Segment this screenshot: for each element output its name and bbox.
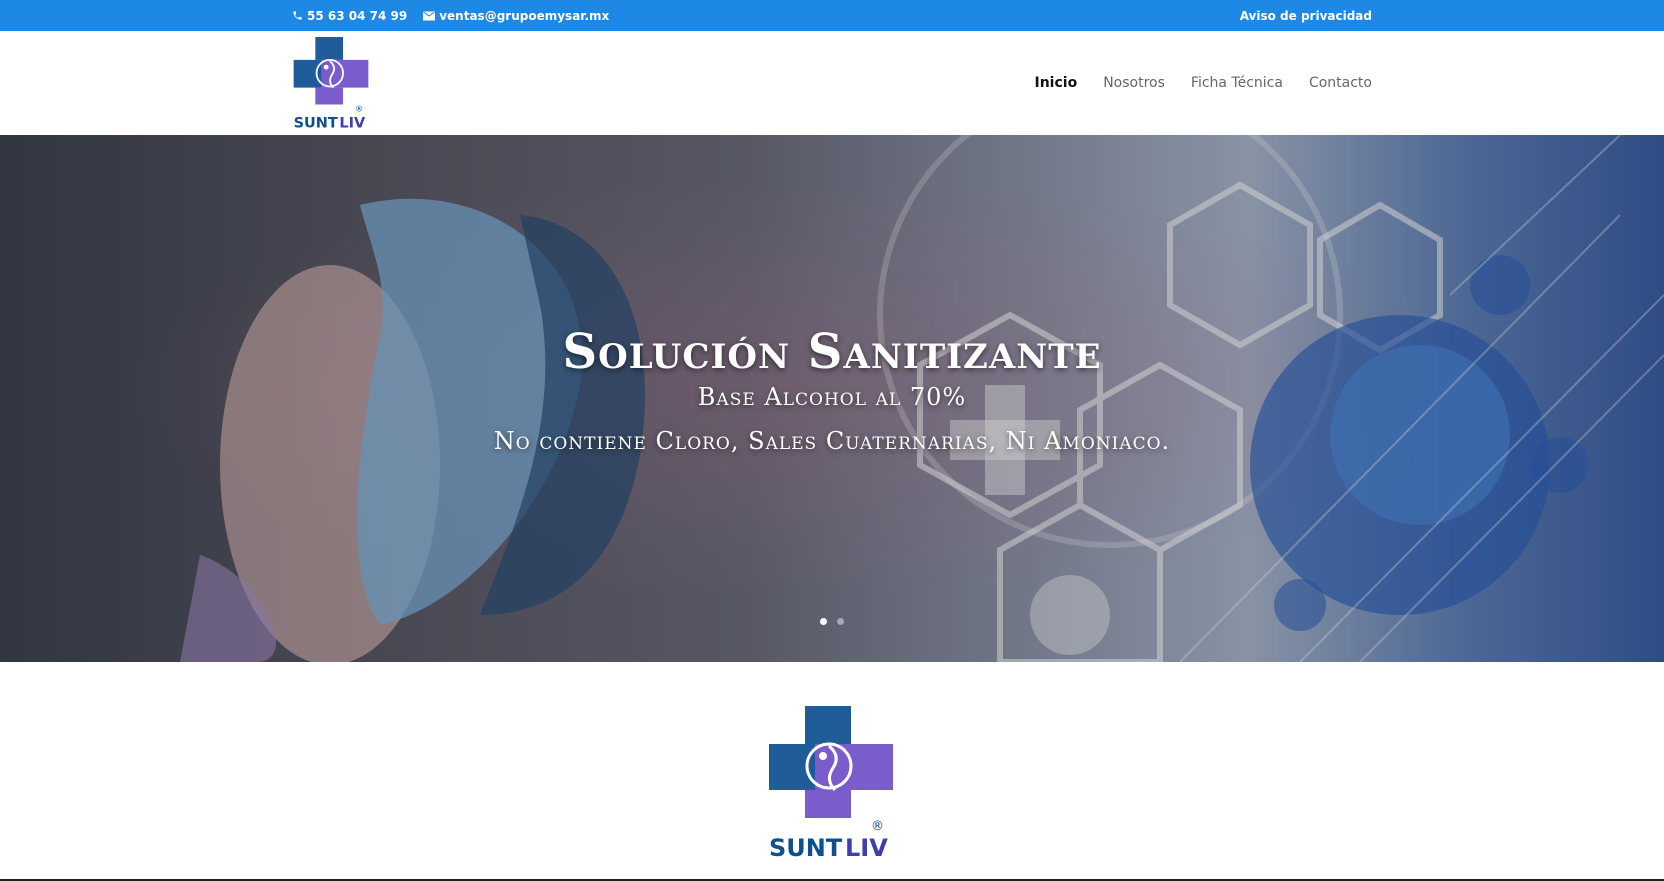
slider-pagination bbox=[0, 618, 1664, 625]
envelope-icon bbox=[423, 10, 436, 22]
phone-number: 55 63 04 74 99 bbox=[307, 8, 408, 23]
privacy-notice-link[interactable]: Aviso de privacidad bbox=[1240, 9, 1372, 23]
svg-text:®: ® bbox=[871, 819, 884, 834]
hero-title: Solución Sanitizante bbox=[562, 324, 1102, 380]
email-contact[interactable]: ventas@grupoemysar.mx bbox=[423, 9, 609, 23]
nav-item-ficha-tecnica[interactable]: Ficha Técnica bbox=[1191, 75, 1283, 91]
nav-item-nosotros[interactable]: Nosotros bbox=[1103, 75, 1165, 91]
phone-icon bbox=[291, 10, 303, 22]
brand-logo[interactable]: ® SUNT LIV bbox=[293, 37, 369, 131]
nav-item-inicio[interactable]: Inicio bbox=[1035, 75, 1078, 91]
hero-subtitle: Base Alcohol al 70% bbox=[697, 383, 967, 411]
email-address: ventas@grupoemysar.mx bbox=[439, 8, 610, 23]
hero-text: Solución Sanitizante Base Alcohol al 70%… bbox=[0, 325, 1664, 455]
hero-tagline: No contiene Cloro, Sales Cuaternarias, N… bbox=[493, 427, 1171, 455]
main-navigation: Inicio Nosotros Ficha Técnica Contacto bbox=[1035, 31, 1373, 135]
svg-text:SUNT: SUNT bbox=[294, 115, 338, 131]
site-header: ® SUNT LIV Inicio Nosotros Ficha Técnica… bbox=[0, 31, 1664, 135]
slider-dot-1[interactable] bbox=[820, 618, 827, 625]
hero-slider: Solución Sanitizante Base Alcohol al 70%… bbox=[0, 135, 1664, 662]
svg-text:LIV: LIV bbox=[845, 834, 888, 862]
svg-text:®: ® bbox=[355, 105, 363, 114]
svg-text:LIV: LIV bbox=[339, 115, 366, 131]
phone-contact[interactable]: 55 63 04 74 99 bbox=[291, 9, 407, 23]
main-content: ® SUNT LIV bbox=[0, 662, 1664, 881]
top-bar: 55 63 04 74 99 ventas@grupoemysar.mx Avi… bbox=[0, 0, 1664, 31]
brand-logo-large: ® SUNT LIV bbox=[769, 706, 893, 862]
slider-dot-2[interactable] bbox=[837, 618, 844, 625]
nav-item-contacto[interactable]: Contacto bbox=[1309, 75, 1372, 91]
svg-text:SUNT: SUNT bbox=[769, 834, 843, 862]
